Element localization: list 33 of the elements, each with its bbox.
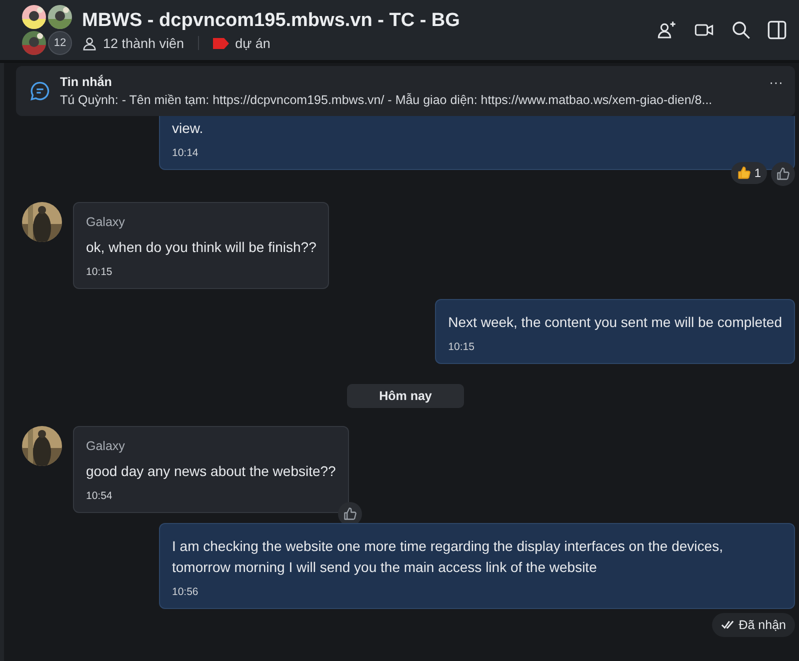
person-icon (82, 36, 97, 50)
double-check-icon (720, 620, 734, 630)
pinned-label: Tin nhắn (60, 75, 113, 89)
sender-name: Galaxy (86, 215, 126, 229)
message-time: 10:56 (172, 586, 200, 598)
tag-label[interactable]: dự án (235, 36, 270, 50)
search-button[interactable] (731, 20, 751, 40)
message-text: good day any news about the website?? (86, 462, 336, 481)
message-time: 10:54 (86, 490, 114, 502)
message-time: 10:15 (448, 341, 476, 353)
pinned-message-bar[interactable]: Tin nhắn Tú Quỳnh: - Tên miền tạm: https://dcpvncom195.mbws.vn/ - Mẫu giao diện: https://www.matbao.ws/xem-giao-dien/8... ··· (16, 66, 795, 116)
thumbs-up-icon (776, 167, 790, 181)
thumbs-up-icon (342, 507, 357, 521)
chat-bubble-icon (30, 81, 50, 101)
message-text: I am checking the website one more time regarding the display interfaces on the devices, tomorrow morning I will send you the main access link of the website (172, 537, 724, 577)
add-member-button[interactable] (657, 20, 677, 40)
sender-name: Galaxy (86, 439, 126, 453)
message-time: 10:15 (86, 266, 114, 278)
chat-title: MBWS - dcpvncom195.mbws.vn - TC - BG (82, 10, 461, 32)
thumbs-up-icon (737, 166, 752, 180)
reaction-pill[interactable]: 1 (731, 162, 767, 184)
member-count-badge: 12 (48, 31, 72, 55)
message-text: ok, when do you think will be finish?? (86, 238, 316, 257)
message-time: 10:14 (172, 147, 200, 159)
side-panel-button[interactable] (767, 20, 787, 40)
reaction-count: 1 (754, 166, 761, 180)
pinned-message-text: Tú Quỳnh: - Tên miền tạm: https://dcpvncom195.mbws.vn/ - Mẫu giao diện: https://www.matbao.ws/xem-giao-dien/8... (60, 93, 714, 107)
more-button[interactable]: ··· (769, 74, 783, 90)
status-label: Đã nhận (738, 618, 786, 632)
message-text: Next week, the content you sent me will be completed (448, 313, 782, 332)
like-button[interactable] (771, 162, 795, 186)
message-text: view. (172, 119, 204, 138)
members-count[interactable]: 12 thành viên (103, 36, 184, 50)
